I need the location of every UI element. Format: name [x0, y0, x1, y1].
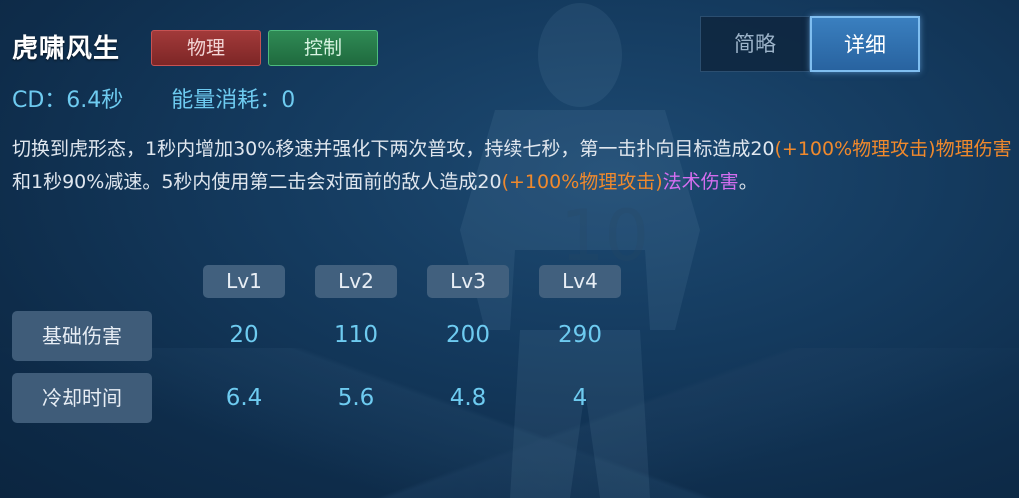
desc-text-1: 切换到虎形态，1秒内增加30%移速并强化下两次普攻，持续七秒，第一击扑向目标造成… — [12, 138, 775, 160]
skill-stats: CD：6.4秒 能量消耗：0 — [12, 82, 295, 114]
cooldown-lv2: 5.6 — [337, 385, 375, 411]
desc-scaling-2: (+100%物理攻击) — [501, 171, 663, 193]
cooldown-lv4: 4 — [572, 385, 588, 411]
desc-physical-damage: 物理伤害 — [935, 138, 1012, 160]
level-header-4: Lv4 — [539, 265, 621, 298]
tag-control-badge: 控制 — [268, 30, 378, 66]
desc-text-2: 和1秒90%减速。5秒内使用第二击会对面前的敌人造成20 — [12, 171, 502, 193]
desc-text-3: 。 — [738, 171, 758, 193]
tab-brief[interactable]: 简略 — [700, 16, 810, 72]
background-mountains — [0, 348, 1019, 498]
skill-description: 切换到虎形态，1秒内增加30%移速并强化下两次普攻，持续七秒，第一击扑向目标造成… — [12, 133, 1012, 199]
energy-cost-label: 能量消耗：0 — [171, 88, 296, 113]
view-toggle: 简略 详细 — [700, 16, 920, 72]
tab-detail[interactable]: 详细 — [810, 16, 920, 72]
level-header-3: Lv3 — [427, 265, 509, 298]
base-damage-lv1: 20 — [229, 322, 259, 348]
base-damage-lv4: 290 — [558, 322, 602, 348]
row-label-cooldown: 冷却时间 — [12, 373, 152, 423]
base-damage-lv2: 110 — [334, 322, 378, 348]
tag-physical-badge: 物理 — [151, 30, 261, 66]
cooldown-lv3: 4.8 — [449, 385, 487, 411]
row-label-base-damage: 基础伤害 — [12, 311, 152, 361]
level-header-1: Lv1 — [203, 265, 285, 298]
background-player-art: 10 — [460, 3, 700, 498]
desc-magic-damage: 法术伤害 — [662, 171, 739, 193]
cooldown-label: CD：6.4秒 — [12, 88, 124, 113]
base-damage-lv3: 200 — [446, 322, 490, 348]
skill-name: 虎啸风生 — [12, 34, 121, 64]
level-header-2: Lv2 — [315, 265, 397, 298]
desc-scaling-1: (+100%物理攻击) — [774, 138, 936, 160]
cooldown-lv1: 6.4 — [225, 385, 263, 411]
